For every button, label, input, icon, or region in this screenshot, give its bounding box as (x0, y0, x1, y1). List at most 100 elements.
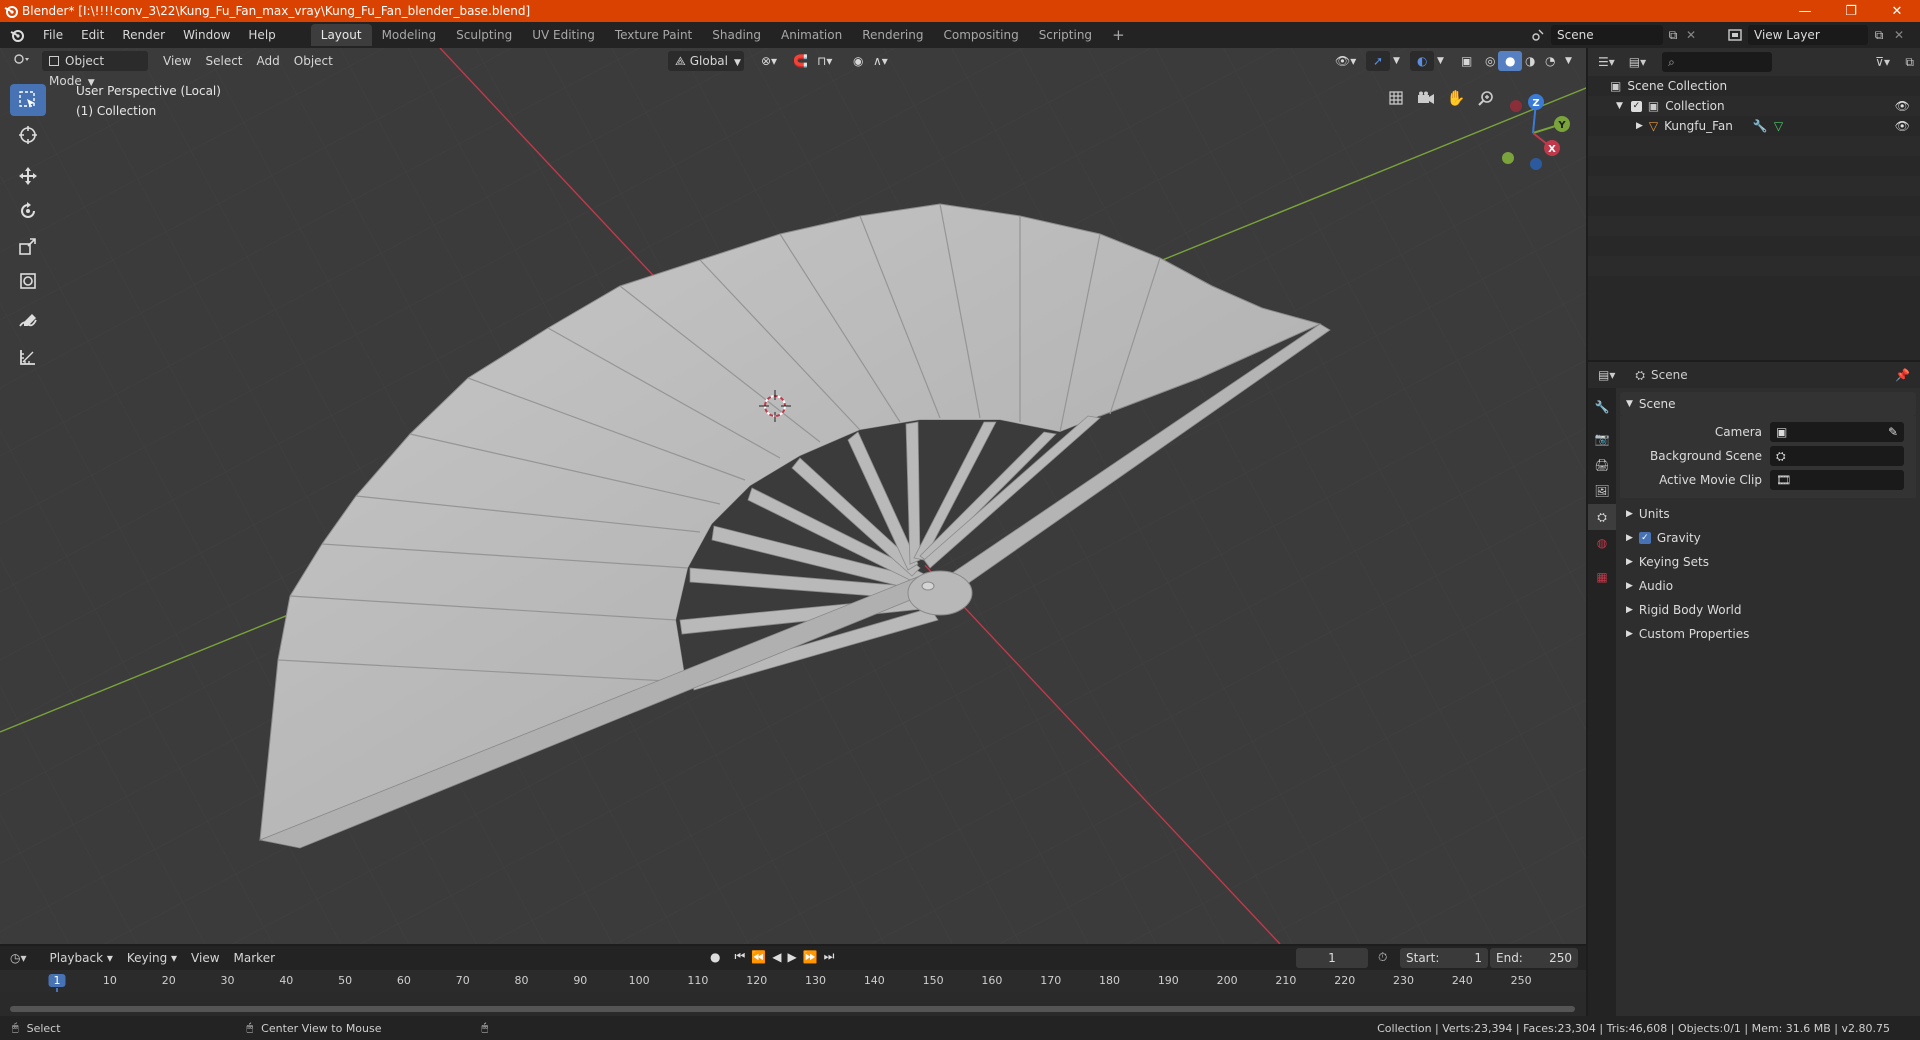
tab-shading[interactable]: Shading (702, 24, 771, 46)
panel-gravity[interactable]: ▶ ✓ Gravity (1620, 526, 1916, 550)
blender-menu-icon[interactable] (0, 24, 34, 46)
camera-field[interactable]: ▣ ✎ (1770, 422, 1904, 442)
stopwatch-icon[interactable]: ⏱ (1378, 950, 1387, 965)
new-view-layer-icon[interactable]: ⧉ (1868, 28, 1890, 43)
outliner-row-kungfu-fan[interactable]: ▶ ▽ Kungfu_Fan 🔧 ▽ 👁 (1588, 116, 1920, 136)
filter-icon[interactable]: ⊽▾ (1875, 55, 1890, 69)
expand-arrow-icon[interactable]: ▶ (1636, 121, 1643, 131)
mode-dropdown[interactable]: Object Mode ▼ (42, 51, 148, 88)
tab-texture-paint[interactable]: Texture Paint (605, 24, 702, 46)
new-collection-icon[interactable]: ⧉ (1905, 55, 1914, 70)
timeline-menu-playback[interactable]: Playback ▾ (43, 948, 120, 968)
pin-icon[interactable]: 📌 (1895, 368, 1910, 382)
background-scene-field[interactable]: ⛭ (1770, 446, 1904, 466)
viewport-menu-select[interactable]: Select (198, 51, 249, 71)
timeline-editor-type-icon[interactable]: ◷▾ (10, 951, 27, 965)
panel-custom-properties[interactable]: ▶ Custom Properties (1620, 622, 1916, 646)
menu-help[interactable]: Help (239, 24, 284, 46)
outliner-editor-type-icon[interactable]: ☰▾ (1598, 55, 1615, 69)
delete-view-layer-icon[interactable]: ✕ (1890, 28, 1908, 42)
scene-selector-icon[interactable] (1525, 25, 1551, 45)
start-frame-field[interactable]: Start: 1 (1400, 948, 1488, 968)
eye-icon[interactable]: 👁 (1895, 99, 1910, 113)
overlays-dropdown-icon[interactable]: ▼ (1430, 51, 1451, 71)
view-layer-field[interactable]: View Layer (1748, 25, 1868, 45)
delete-scene-icon[interactable]: ✕ (1683, 28, 1699, 42)
tab-scripting[interactable]: Scripting (1029, 24, 1102, 46)
xray-toggle-icon[interactable]: ▣ (1454, 51, 1479, 71)
modifier-wrench-icon[interactable]: 🔧 (1753, 119, 1768, 133)
menu-file[interactable]: File (34, 24, 72, 46)
falloff-icon[interactable]: ∧▾ (866, 51, 895, 71)
world-tab-icon[interactable]: ◍ (1588, 530, 1616, 556)
timeline-menu-marker[interactable]: Marker (227, 948, 282, 968)
new-scene-icon[interactable]: ⧉ (1663, 28, 1683, 43)
measure-tool[interactable] (10, 341, 46, 373)
outliner-row-scene-collection[interactable]: ▣ Scene Collection (1588, 76, 1920, 96)
viewport-menu-view[interactable]: View (156, 51, 198, 71)
tab-layout[interactable]: Layout (310, 24, 372, 46)
end-frame-field[interactable]: End: 250 (1490, 948, 1578, 968)
editor-type-icon[interactable] (6, 51, 38, 71)
move-tool[interactable] (10, 160, 46, 192)
tab-sculpting[interactable]: Sculpting (446, 24, 522, 46)
tab-rendering[interactable]: Rendering (852, 24, 933, 46)
gravity-checkbox[interactable]: ✓ (1638, 532, 1651, 544)
expand-arrow-icon[interactable]: ▼ (1616, 101, 1623, 111)
orientation-dropdown[interactable]: ⟁ Global ▼ (668, 51, 744, 71)
record-button[interactable]: ● (710, 950, 720, 964)
menu-edit[interactable]: Edit (72, 24, 113, 46)
menu-window[interactable]: Window (174, 24, 239, 46)
view-layer-tab-icon[interactable]: 🖼 (1588, 478, 1616, 504)
cursor-tool[interactable] (10, 119, 46, 151)
camera-view-icon[interactable] (1414, 86, 1438, 110)
pivot-point-icon[interactable]: ⊗▾ (754, 51, 784, 71)
render-tab-icon[interactable]: 📷 (1588, 426, 1616, 452)
timeline-ruler[interactable]: 1 10 20 30 40 50 60 70 80 90 100 110 120 130 140 150 160… (0, 970, 1586, 1016)
close-button[interactable]: ✕ (1874, 0, 1920, 22)
timeline-menu-view[interactable]: View (184, 948, 226, 968)
panel-keying-sets[interactable]: ▶ Keying Sets (1620, 550, 1916, 574)
jump-keyframe-forward-button[interactable]: ⏩ (803, 950, 818, 964)
tool-tab-icon[interactable]: 🔧 (1588, 394, 1616, 420)
scene-tab-icon[interactable]: ⛭ (1588, 504, 1616, 530)
pan-hand-icon[interactable]: ✋ (1444, 86, 1468, 110)
select-box-tool[interactable] (10, 84, 46, 116)
viewport-menu-add[interactable]: Add (250, 51, 287, 71)
panel-units[interactable]: ▶ Units (1620, 502, 1916, 526)
display-mode-icon[interactable]: ▤▾ (1629, 55, 1646, 69)
toggle-grid-icon[interactable] (1384, 86, 1408, 110)
rotate-tool[interactable] (10, 195, 46, 227)
panel-rigid-body-world[interactable]: ▶ Rigid Body World (1620, 598, 1916, 622)
panel-audio[interactable]: ▶ Audio (1620, 574, 1916, 598)
navigation-gizmo[interactable]: Y Z X (1488, 88, 1578, 178)
visibility-selectability-icon[interactable]: 👁▾ (1328, 51, 1363, 71)
timeline-menu-keying[interactable]: Keying ▾ (120, 948, 184, 968)
snap-target-icon[interactable]: ⊓▾ (810, 51, 839, 71)
tab-uv-editing[interactable]: UV Editing (522, 24, 605, 46)
view-layer-icon[interactable] (1722, 25, 1748, 45)
gizmo-dropdown-icon[interactable]: ▼ (1386, 51, 1407, 71)
3d-viewport[interactable]: Object Mode ▼ View Select Add Object ⟁ Glo… (0, 48, 1586, 944)
transform-tool[interactable] (10, 265, 46, 297)
add-workspace-button[interactable]: + (1102, 24, 1135, 46)
tab-modeling[interactable]: Modeling (372, 24, 447, 46)
current-frame-indicator[interactable]: 1 (48, 974, 66, 987)
outliner-search-input[interactable]: ⌕ (1662, 52, 1773, 72)
maximize-button[interactable]: ❐ (1828, 0, 1874, 22)
scale-tool[interactable] (10, 230, 46, 262)
collection-checkbox[interactable]: ✓ (1630, 100, 1642, 112)
scene-name-field[interactable]: Scene (1551, 25, 1663, 45)
jump-keyframe-back-button[interactable]: ⏪ (751, 950, 766, 964)
tab-compositing[interactable]: Compositing (933, 24, 1028, 46)
jump-start-button[interactable]: ⏮ (734, 949, 745, 964)
tab-animation[interactable]: Animation (771, 24, 852, 46)
mesh-data-icon[interactable]: ▽ (1774, 119, 1783, 133)
jump-end-button[interactable]: ⏭ (824, 949, 835, 964)
properties-editor-type-icon[interactable]: ▤▾ (1598, 368, 1615, 382)
output-tab-icon[interactable]: 🖨 (1588, 452, 1616, 478)
scene-section-header[interactable]: ▼ Scene (1620, 392, 1916, 416)
play-reverse-button[interactable]: ◀ (772, 950, 781, 964)
play-button[interactable]: ▶ (787, 950, 796, 964)
minimize-button[interactable]: — (1782, 0, 1828, 22)
